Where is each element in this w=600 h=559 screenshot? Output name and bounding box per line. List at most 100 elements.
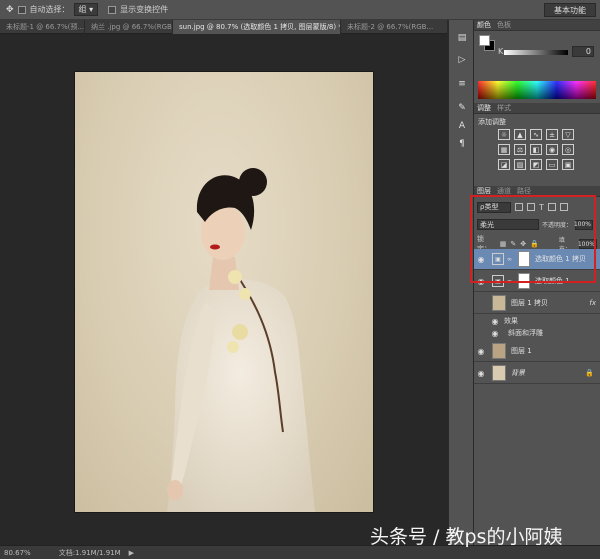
tab-doc-1[interactable]: 未标题-1 @ 66.7%(预...	[0, 20, 85, 34]
opacity-label: 不透明度：	[542, 222, 573, 229]
move-tool-icon[interactable]: ✥	[6, 5, 14, 15]
lock-position-icon[interactable]: ✥	[520, 240, 526, 248]
doc-size-readout: 文档:1.91M/1.91M	[58, 548, 121, 557]
visibility-eye-icon[interactable]: ◉	[474, 277, 488, 286]
filter-type-icon[interactable]: T	[539, 203, 544, 212]
adjustment-layer-icon: ▣	[492, 275, 504, 287]
adjustments-panel: 添加调整 ☼ ▲ ∿ ± ▽ ▦ ⚖ ◧ ◉ ◎ ◪ ▨ ◩ ▭ ▣	[474, 114, 600, 186]
blend-opacity-row: 柔光 不透明度： 100%	[477, 219, 597, 230]
channelmixer-icon[interactable]: ◎	[562, 144, 574, 155]
layer-effects-badge[interactable]: fx	[589, 299, 596, 307]
options-bar: ✥ 自动选择： 组 ▾ 显示变换控件 基本功能	[0, 0, 600, 20]
layer-name[interactable]: 背景	[511, 368, 525, 378]
tab-channels[interactable]: 通道	[497, 186, 511, 196]
layer-effects-row[interactable]: ◉ 效果	[474, 315, 600, 327]
tab-paths[interactable]: 路径	[517, 186, 531, 196]
layer-row-background[interactable]: ◉ 背景 🔒	[474, 363, 600, 384]
character-icon[interactable]: A	[454, 118, 470, 134]
tab-doc-4[interactable]: 未标题-2 @ 66.7%(RGB...	[341, 20, 448, 34]
visibility-eye-icon[interactable]: ◉	[488, 317, 502, 326]
triangle-icon[interactable]: ▽	[562, 129, 574, 140]
tab-swatches[interactable]: 色板	[497, 20, 511, 30]
document-canvas-photo[interactable]	[75, 72, 373, 512]
properties-icon[interactable]: ≡	[454, 76, 470, 92]
tab-doc-3[interactable]: sun.jpg @ 80.7% (选取颜色 1 拷贝, 图层蒙版/8) *	[173, 20, 341, 34]
status-arrow-icon[interactable]: ▶	[129, 549, 134, 557]
tab-adjustments[interactable]: 调整	[477, 103, 491, 113]
visibility-eye-icon[interactable]: ◉	[474, 369, 488, 378]
layer-filter-row: ρ类型 T	[477, 201, 568, 213]
canvas-area[interactable]	[0, 34, 448, 545]
lock-transparent-icon[interactable]: ▦	[500, 240, 507, 248]
layer-name[interactable]: 选取颜色 1	[535, 276, 570, 286]
visibility-eye-icon[interactable]: ◉	[474, 255, 488, 264]
bw-icon[interactable]: ◧	[530, 144, 542, 155]
layer-row-layer1[interactable]: ◉ 图层 1	[474, 341, 600, 362]
adjustment-icons-grid: ☼ ▲ ∿ ± ▽ ▦ ⚖ ◧ ◉ ◎ ◪ ▨ ◩ ▭ ▣	[498, 129, 578, 170]
layer-name[interactable]: 图层 1	[511, 346, 532, 356]
filter-smart-icon[interactable]	[559, 203, 568, 211]
filter-adjust-icon[interactable]	[527, 203, 535, 211]
selectivecolor-icon[interactable]: ▣	[562, 159, 574, 170]
brightness-icon[interactable]: ☼	[498, 129, 510, 140]
layer-name[interactable]: 图层 1 拷贝	[511, 298, 548, 308]
exposure-icon[interactable]: ±	[546, 129, 558, 140]
layer-bevel-emboss-row[interactable]: ◉ 斜面和浮雕	[474, 327, 600, 339]
filter-shape-icon[interactable]	[547, 203, 556, 211]
adjustments-panel-header: 调整 样式	[474, 103, 600, 114]
filter-pixel-icon[interactable]	[515, 203, 523, 211]
layer-row-selective-color[interactable]: ◉ ▣ ∞ 选取颜色 1	[474, 271, 600, 292]
panel-icon-strip: ▤ ▷ ≡ ✎ A ¶	[448, 20, 474, 545]
color-panel: K 0	[474, 31, 600, 103]
lock-image-icon[interactable]: ✎	[510, 240, 516, 248]
history-icon[interactable]: ▤	[454, 30, 470, 46]
layer-row-layer1-copy[interactable]: 图层 1 拷贝 fx	[474, 293, 600, 314]
blend-mode-dropdown[interactable]: 柔光	[477, 219, 539, 230]
visibility-eye-icon[interactable]: ◉	[488, 329, 502, 338]
layer-row-selective-color-copy[interactable]: ◉ ▣ ∞ 选取颜色 1 拷贝	[474, 249, 600, 270]
colorbalance-icon[interactable]: ⚖	[514, 144, 526, 155]
posterize-icon[interactable]: ▨	[514, 159, 526, 170]
hue-icon[interactable]: ▦	[498, 144, 510, 155]
effects-label: 效果	[504, 317, 518, 325]
foreground-color-swatch[interactable]	[479, 35, 490, 46]
invert-icon[interactable]: ◪	[498, 159, 510, 170]
opacity-input[interactable]: 100%	[574, 219, 594, 230]
right-panels: 颜色 色板 K 0 调整 样式 添加调整 ☼ ▲ ∿ ± ▽ ▦ ⚖ ◧ ◉ ◎…	[470, 20, 600, 545]
bevel-emboss-label: 斜面和浮雕	[508, 329, 543, 337]
color-spectrum-bar[interactable]	[478, 81, 596, 99]
link-icon[interactable]: ∞	[507, 256, 512, 263]
zoom-readout[interactable]: 80.67%	[4, 549, 31, 557]
layer-kind-filter[interactable]: ρ类型	[477, 201, 511, 213]
fill-input[interactable]: 100%	[578, 239, 597, 249]
brush-icon[interactable]: ✎	[454, 100, 470, 116]
levels-icon[interactable]: ▲	[514, 129, 526, 140]
layer-mask-thumbnail[interactable]	[518, 273, 530, 289]
photofilter-icon[interactable]: ◉	[546, 144, 558, 155]
auto-select-label: 自动选择：	[29, 5, 70, 14]
tab-layers[interactable]: 图层	[477, 186, 491, 196]
link-icon[interactable]: ∞	[507, 278, 512, 285]
gradientmap-icon[interactable]: ▭	[546, 159, 558, 170]
woman-in-white-dress-image	[167, 168, 315, 512]
layer-name[interactable]: 选取颜色 1 拷贝	[535, 254, 586, 264]
k-channel-slider[interactable]	[504, 50, 568, 55]
curves-icon[interactable]: ∿	[530, 129, 542, 140]
color-panel-header: 颜色 色板	[474, 20, 600, 31]
tab-doc-2[interactable]: 纳兰 .jpg @ 66.7%(RGB...	[85, 20, 173, 34]
paragraph-icon[interactable]: ¶	[454, 136, 470, 152]
actions-icon[interactable]: ▷	[454, 52, 470, 68]
k-value-input[interactable]: 0	[572, 46, 594, 57]
auto-select-dropdown[interactable]: 组 ▾	[73, 3, 99, 16]
show-transform-checkbox[interactable]	[108, 5, 117, 14]
auto-select-checkbox[interactable]	[17, 5, 26, 14]
visibility-eye-icon[interactable]: ◉	[474, 347, 488, 356]
tab-color[interactable]: 颜色	[477, 20, 491, 30]
layer-mask-thumbnail[interactable]	[518, 251, 530, 267]
layer-thumbnail	[492, 295, 506, 311]
threshold-icon[interactable]: ◩	[530, 159, 542, 170]
k-channel-label: K	[498, 47, 504, 56]
workspace-switcher[interactable]: 基本功能	[544, 3, 596, 17]
tab-styles[interactable]: 样式	[497, 103, 511, 113]
lock-all-icon[interactable]: 🔒	[530, 240, 539, 248]
